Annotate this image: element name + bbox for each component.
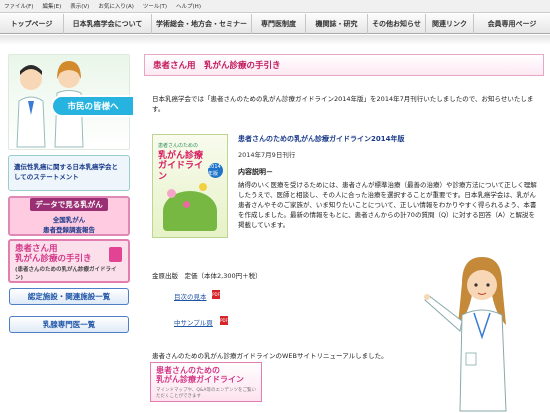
data-banner-line1: 全国乳がん bbox=[52, 216, 86, 224]
global-nav: トップページ 日本乳癌学会について 学術総会・地方会・セミナー 専門医制度 機関… bbox=[0, 14, 550, 34]
public-badge: 市民の皆様へ bbox=[51, 95, 135, 117]
page-title: 患者さん用 乳がん診療の手引き bbox=[144, 54, 544, 76]
nurse-illustration bbox=[424, 257, 507, 412]
book-cover: 患者さんのための 乳がん診療ガイドライン 2014年版 bbox=[152, 134, 228, 238]
nav-journal[interactable]: 機関誌・研究 bbox=[306, 14, 368, 34]
header-shade bbox=[0, 35, 550, 45]
book-cover-top: 患者さんのための bbox=[158, 143, 199, 149]
desc-heading: 内容説明－ bbox=[238, 168, 273, 176]
web-banner-sub: マインドマップや、Q&A等のエンデンツをご覧いただくことができます bbox=[156, 387, 256, 399]
public-banner[interactable]: 市民の皆様へ bbox=[8, 54, 135, 150]
facility-list-link[interactable]: 認定施設・関連施設一覧 bbox=[9, 288, 129, 305]
menu-favorites[interactable]: お気に入り(A) bbox=[98, 2, 134, 10]
menu-view[interactable]: 表示(V) bbox=[70, 2, 89, 10]
main-content: 患者さん用 乳がん診療の手引き 日本乳癌学会では「患者さんのための乳がん診療ガイ… bbox=[144, 50, 544, 413]
nav-top[interactable]: トップページ bbox=[0, 14, 64, 34]
nav-about[interactable]: 日本乳癌学会について bbox=[64, 14, 152, 34]
data-banner[interactable]: データで見る乳がん 全国乳がん 患者登録調査報告 bbox=[8, 196, 130, 236]
data-banner-line2: 患者登録調査報告 bbox=[43, 226, 95, 234]
statement-link[interactable]: 遺伝性乳癌に関する日本乳癌学会としてのステートメント bbox=[8, 155, 130, 191]
renewal-text: 患者さんのための乳がん診療ガイドラインのWEBサイトリニューアルしました。 bbox=[152, 352, 388, 360]
menu-file[interactable]: ファイル(F) bbox=[4, 2, 33, 10]
guide-banner[interactable]: 患者さん用 乳がん診療の手引き (患者さんのための乳がん診療ガイドライン) bbox=[8, 239, 130, 283]
nav-links[interactable]: 関連リンク bbox=[426, 14, 474, 34]
price-text: 金原出版 定価（本体2,300円＋税） bbox=[152, 272, 262, 280]
nav-meetings[interactable]: 学術総会・地方会・セミナー bbox=[152, 14, 252, 34]
desc-body: 納得のいく医療を受けるためには、患者さんが標準治療（最善の治療）や診療方法につい… bbox=[238, 181, 537, 230]
guide-banner-line1: 患者さん用 bbox=[15, 244, 58, 254]
guide-banner-line2: 乳がん診療の手引き bbox=[15, 254, 92, 265]
nav-specialist[interactable]: 専門医制度 bbox=[252, 14, 306, 34]
nav-members[interactable]: 会員専用ページ bbox=[474, 14, 550, 34]
book-title: 患者さんのための乳がん診療ガイドライン2014年版 bbox=[238, 135, 405, 143]
menu-edit[interactable]: 編集(E) bbox=[42, 2, 61, 10]
book-info: 患者さんのための乳がん診療ガイドライン2014年版 2014年7月9日刊行 内容… bbox=[238, 134, 538, 230]
book-date: 2014年7月9日刊行 bbox=[238, 151, 296, 159]
menu-help[interactable]: ヘルプ(H) bbox=[176, 2, 201, 10]
menu-tools[interactable]: ツール(T) bbox=[143, 2, 167, 10]
book-cover-year: 2014年版 bbox=[208, 163, 223, 178]
book-cover-title: 乳がん診療ガイドライン bbox=[158, 151, 204, 182]
guide-banner-sub: (患者さんのための乳がん診療ガイドライン) bbox=[15, 267, 117, 282]
book-icon bbox=[109, 247, 122, 262]
browser-menubar: ファイル(F) 編集(E) 表示(V) お気に入り(A) ツール(T) ヘルプ(… bbox=[0, 0, 550, 13]
web-banner-line2: 乳がん診療ガイドライン bbox=[156, 374, 244, 384]
pdf-icon[interactable]: PDF bbox=[220, 316, 228, 325]
specialist-list-link[interactable]: 乳腺専門医一覧 bbox=[9, 316, 129, 333]
data-banner-title: データで見る乳がん bbox=[30, 198, 108, 211]
nav-news[interactable]: その他お知らせ bbox=[368, 14, 426, 34]
guideline-web-banner[interactable]: 患者さんのための 乳がん診療ガイドライン マインドマップや、Q&A等のエンデンツ… bbox=[150, 362, 262, 402]
pdf-icon[interactable]: PDF bbox=[212, 290, 220, 299]
toc-sample-link[interactable]: 目次の見本 bbox=[174, 291, 207, 301]
intro-text: 日本乳癌学会では「患者さんのための乳がん診療ガイドライン2014年版」を2014… bbox=[152, 95, 534, 114]
sample-page-link[interactable]: 中サンプル頁 bbox=[174, 317, 213, 327]
